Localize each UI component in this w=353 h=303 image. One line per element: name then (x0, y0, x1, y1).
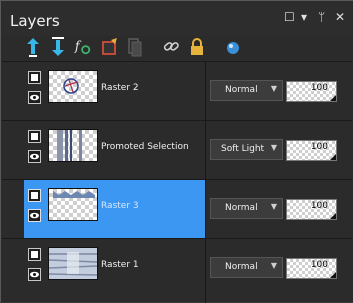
layer-thumbnail (48, 188, 98, 221)
chevron-down-icon: ▼ (270, 143, 277, 152)
layer-group-icon[interactable] (28, 189, 41, 202)
row-gutter (2, 239, 23, 297)
layer-row-main[interactable]: Raster 2 (24, 62, 205, 120)
fx-adjustment-icon[interactable]: f (74, 36, 92, 58)
layer-row-main[interactable]: Promoted Selection (24, 121, 205, 179)
opacity-field[interactable]: 100 (286, 81, 337, 102)
chevron-down-icon: ▼ (270, 261, 277, 270)
layer-row[interactable]: Raster 1 Normal ▼ 100 (2, 239, 352, 303)
maximize-icon[interactable]: ☐ (284, 10, 295, 24)
lock-icon[interactable] (188, 36, 206, 58)
layer-row-selected[interactable]: Raster 3 Normal ▼ 100 (2, 180, 352, 239)
layer-row-main[interactable]: Raster 3 (24, 180, 205, 238)
layer-name: Promoted Selection (101, 142, 189, 152)
blend-mode-value: Normal (225, 85, 258, 95)
opacity-value: 100 (310, 142, 328, 152)
opacity-field[interactable]: 100 (286, 199, 337, 220)
row-gutter (2, 180, 23, 238)
layer-thumbnail (48, 70, 98, 103)
opacity-field[interactable]: 100 (286, 258, 337, 279)
layer-name: Raster 3 (101, 201, 139, 211)
blend-mode-value: Normal (225, 262, 258, 272)
layer-row[interactable]: Promoted Selection Soft Light ▼ 100 (2, 121, 352, 180)
blend-mode-dropdown[interactable]: Normal ▼ (210, 257, 283, 278)
layer-controls: Normal ▼ 100 (207, 180, 352, 238)
new-vector-layer-icon[interactable] (49, 36, 67, 58)
opacity-value: 100 (310, 201, 328, 211)
slider-corner-icon (330, 213, 336, 219)
opacity-value: 100 (310, 83, 328, 93)
new-raster-layer-icon[interactable] (24, 36, 42, 58)
layer-name: Raster 2 (101, 83, 139, 93)
layer-thumbnail (48, 247, 98, 280)
layer-group-icon[interactable] (28, 248, 41, 261)
blend-mode-value: Normal (225, 203, 258, 213)
opacity-value: 100 (310, 260, 328, 270)
layer-controls: Soft Light ▼ 100 (207, 121, 352, 179)
eye-icon[interactable] (28, 150, 41, 163)
pin-icon[interactable]: ᛘ (318, 10, 325, 24)
eye-icon[interactable] (28, 268, 41, 281)
slider-corner-icon (330, 95, 336, 101)
layers-panel: Layers ☐ ▾ ᛘ ✕ f Raster 2 Normal ▼ 100 P… (0, 0, 353, 303)
link-icon[interactable] (162, 36, 180, 58)
layers-toolbar: f (2, 36, 352, 60)
duplicate-layer-icon[interactable] (125, 36, 143, 58)
layer-list: Raster 2 Normal ▼ 100 Promoted Selection… (2, 62, 352, 303)
edit-selection-icon[interactable] (101, 36, 119, 58)
chevron-down-icon: ▼ (270, 202, 277, 211)
layer-controls: Normal ▼ 100 (207, 62, 352, 120)
opacity-field[interactable]: 100 (286, 140, 337, 161)
blend-mode-dropdown[interactable]: Soft Light ▼ (210, 139, 283, 160)
panel-title: Layers (10, 12, 60, 30)
layer-group-icon[interactable] (28, 71, 41, 84)
blend-mode-dropdown[interactable]: Normal ▼ (210, 80, 283, 101)
eye-icon[interactable] (28, 91, 41, 104)
close-icon[interactable]: ✕ (335, 10, 345, 24)
chevron-down-icon[interactable]: ▾ (301, 10, 307, 24)
layer-group-icon[interactable] (28, 130, 41, 143)
row-gutter (2, 62, 23, 120)
layer-controls: Normal ▼ 100 (207, 239, 352, 297)
layer-row[interactable]: Raster 2 Normal ▼ 100 (2, 62, 352, 121)
layer-row-main[interactable]: Raster 1 (24, 239, 205, 297)
slider-corner-icon (330, 272, 336, 278)
blend-mode-value: Soft Light (221, 144, 265, 154)
blend-mode-dropdown[interactable]: Normal ▼ (210, 198, 283, 219)
chevron-down-icon: ▼ (270, 84, 277, 93)
layer-thumbnail (48, 129, 98, 162)
visibility-icon[interactable] (224, 36, 242, 58)
layer-name: Raster 1 (101, 260, 139, 270)
panel-titlebar[interactable]: Layers ☐ ▾ ᛘ ✕ (2, 2, 352, 36)
slider-corner-icon (330, 154, 336, 160)
eye-icon[interactable] (28, 209, 41, 222)
row-gutter (2, 121, 23, 179)
svg-text:f: f (74, 39, 82, 54)
